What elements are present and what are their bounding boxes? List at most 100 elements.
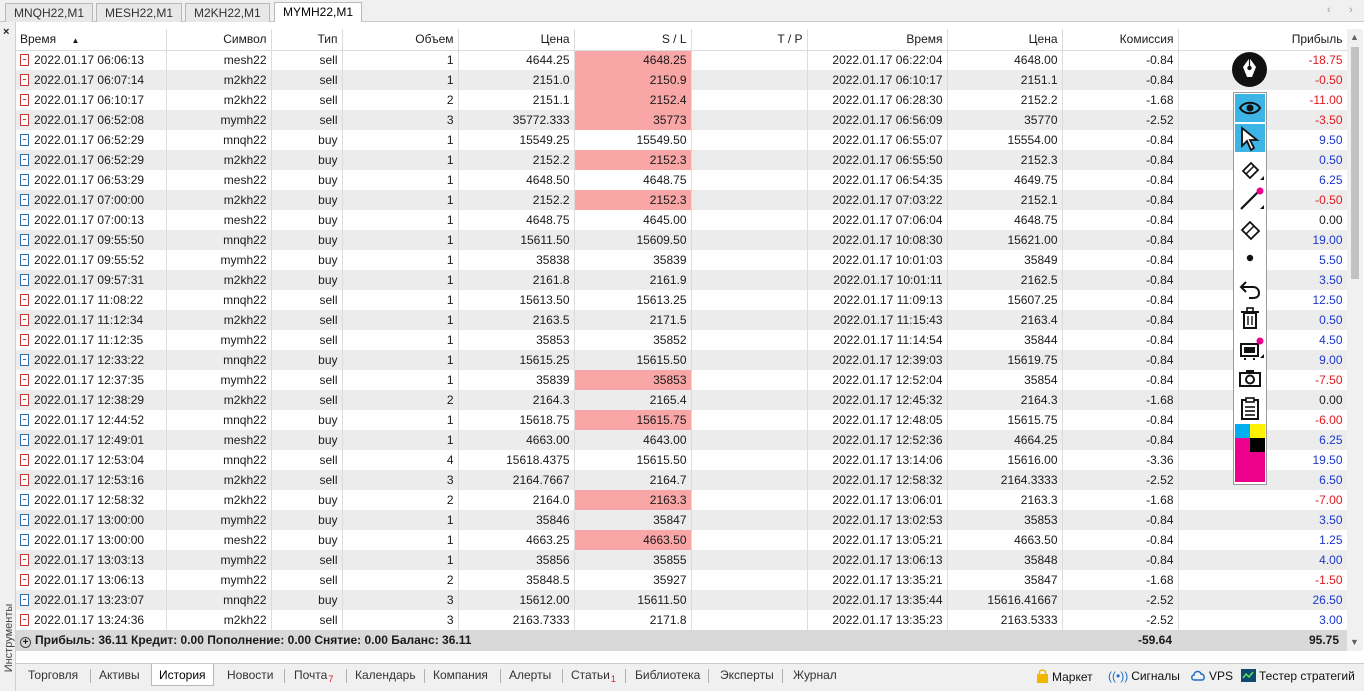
tab-trade[interactable]: Торговля bbox=[28, 668, 78, 682]
buy-deal-icon bbox=[20, 434, 29, 446]
chart-tab-mesh22[interactable]: MESH22,M1 bbox=[96, 3, 183, 22]
cell-price-close: 15616.41667 bbox=[947, 590, 1063, 610]
vertical-scrollbar[interactable]: ▲ ▼ bbox=[1347, 29, 1363, 651]
col-header-commission[interactable]: Комиссия bbox=[1062, 29, 1179, 51]
table-row[interactable]: 2022.01.17 09:55:50 mnqh22 buy 1 15611.50 156… bbox=[16, 230, 1348, 250]
pen-icon[interactable] bbox=[1235, 185, 1265, 213]
table-row[interactable]: 2022.01.17 11:12:35 mymh22 sell 1 35853 35852… bbox=[16, 330, 1348, 350]
tab-assets[interactable]: Активы bbox=[99, 668, 140, 682]
table-row[interactable]: 2022.01.17 13:24:36 m2kh22 sell 3 2163.7333 2… bbox=[16, 610, 1348, 630]
strategy-tester-link[interactable]: Тестер стратегий bbox=[1241, 669, 1355, 683]
palette-black-swatch[interactable] bbox=[1250, 438, 1265, 452]
scrollbar-thumb[interactable] bbox=[1351, 47, 1359, 279]
tab-history[interactable]: История bbox=[151, 664, 214, 686]
cell-time-open: 2022.01.17 09:55:50 bbox=[16, 230, 167, 250]
table-row[interactable]: 2022.01.17 12:58:32 m2kh22 buy 2 2164.0 2163.… bbox=[16, 490, 1348, 510]
table-row[interactable]: 2022.01.17 12:53:16 m2kh22 sell 3 2164.7667 2… bbox=[16, 470, 1348, 490]
table-row[interactable]: 2022.01.17 13:00:00 mesh22 buy 1 4663.25 4663… bbox=[16, 530, 1348, 550]
table-row[interactable]: 2022.01.17 13:03:13 mymh22 sell 1 35856 35855… bbox=[16, 550, 1348, 570]
col-header-price-open[interactable]: Цена bbox=[458, 29, 575, 51]
col-header-type[interactable]: Тип bbox=[271, 29, 343, 51]
table-row[interactable]: 2022.01.17 11:08:22 mnqh22 sell 1 15613.50 15… bbox=[16, 290, 1348, 310]
tab-articles[interactable]: Статьи1 bbox=[571, 668, 616, 684]
tab-separator bbox=[708, 669, 709, 683]
cell-time-close: 2022.01.17 10:08:30 bbox=[807, 230, 948, 250]
table-row[interactable]: 2022.01.17 12:53:04 mnqh22 sell 4 15618.4375… bbox=[16, 450, 1348, 470]
clipboard-icon[interactable] bbox=[1235, 394, 1265, 422]
table-row[interactable]: 2022.01.17 13:06:13 mymh22 sell 2 35848.5 359… bbox=[16, 570, 1348, 590]
col-header-volume[interactable]: Объем bbox=[342, 29, 459, 51]
col-header-time-close[interactable]: Время bbox=[807, 29, 948, 51]
table-row[interactable]: 2022.01.17 12:37:35 mymh22 sell 1 35839 35853… bbox=[16, 370, 1348, 390]
table-row[interactable]: 2022.01.17 06:10:17 m2kh22 sell 2 2151.1 2152… bbox=[16, 90, 1348, 110]
dot-icon[interactable] bbox=[1235, 244, 1265, 272]
table-row[interactable]: 2022.01.17 06:53:29 mesh22 buy 1 4648.50 4648… bbox=[16, 170, 1348, 190]
tab-alerts[interactable]: Алерты bbox=[509, 668, 551, 682]
col-header-tp[interactable]: T / P bbox=[691, 29, 808, 51]
chart-tab-mymh22[interactable]: MYMH22,M1 bbox=[274, 2, 363, 22]
table-row[interactable]: 2022.01.17 12:33:22 mnqh22 buy 1 15615.25 156… bbox=[16, 350, 1348, 370]
table-row[interactable]: 2022.01.17 11:12:34 m2kh22 sell 1 2163.5 2171… bbox=[16, 310, 1348, 330]
cell-price-open: 4644.25 bbox=[458, 50, 575, 70]
cell-price-close: 15607.25 bbox=[947, 290, 1063, 310]
scroll-down-arrow-icon[interactable]: ▼ bbox=[1350, 637, 1359, 647]
highlighter-icon[interactable] bbox=[1235, 156, 1265, 184]
col-header-symbol[interactable]: Символ bbox=[166, 29, 272, 51]
tester-icon bbox=[1241, 669, 1256, 682]
col-header-sl[interactable]: S / L bbox=[574, 29, 692, 51]
table-row[interactable]: 2022.01.17 13:23:07 mnqh22 buy 3 15612.00 156… bbox=[16, 590, 1348, 610]
tab-library[interactable]: Библиотека bbox=[635, 668, 700, 682]
current-color-swatch[interactable] bbox=[1235, 452, 1265, 482]
table-row[interactable]: 2022.01.17 13:00:00 mymh22 buy 1 35846 35847 2… bbox=[16, 510, 1348, 530]
cell-type: sell bbox=[271, 370, 343, 390]
cell-sl: 15549.50 bbox=[574, 130, 692, 150]
palette-cyan-swatch[interactable] bbox=[1235, 424, 1250, 438]
palette-yellow-swatch[interactable] bbox=[1250, 424, 1265, 438]
vps-link[interactable]: VPS bbox=[1190, 669, 1233, 683]
table-row[interactable]: 2022.01.17 12:49:01 mesh22 buy 1 4663.00 4643… bbox=[16, 430, 1348, 450]
table-row[interactable]: 2022.01.17 06:52:29 mnqh22 buy 1 15549.25 155… bbox=[16, 130, 1348, 150]
tab-journal[interactable]: Журнал bbox=[793, 668, 837, 682]
cell-commission: -0.84 bbox=[1062, 130, 1179, 150]
tab-mail[interactable]: Почта7 bbox=[294, 668, 333, 684]
tab-experts[interactable]: Эксперты bbox=[720, 668, 774, 682]
trash-icon[interactable] bbox=[1235, 304, 1265, 332]
table-row[interactable]: 2022.01.17 12:38:29 m2kh22 sell 2 2164.3 2165… bbox=[16, 390, 1348, 410]
table-row[interactable]: 2022.01.17 12:44:52 mnqh22 buy 1 15618.75 156… bbox=[16, 410, 1348, 430]
table-row[interactable]: 2022.01.17 09:55:52 mymh22 buy 1 35838 35839 2… bbox=[16, 250, 1348, 270]
cell-volume: 1 bbox=[342, 230, 459, 250]
eraser-icon[interactable] bbox=[1235, 214, 1265, 242]
table-row[interactable]: 2022.01.17 06:52:29 m2kh22 buy 1 2152.2 2152.… bbox=[16, 150, 1348, 170]
col-header-price-close[interactable]: Цена bbox=[947, 29, 1063, 51]
cell-time-open: 2022.01.17 06:52:08 bbox=[16, 110, 167, 130]
table-row[interactable]: 2022.01.17 07:00:13 mesh22 buy 1 4648.75 4645… bbox=[16, 210, 1348, 230]
table-row[interactable]: 2022.01.17 07:00:00 m2kh22 buy 1 2152.2 2152.… bbox=[16, 190, 1348, 210]
tabs-prev-arrow-icon[interactable]: ‹ bbox=[1327, 4, 1331, 16]
col-header-time-open[interactable]: Время ▲ bbox=[16, 29, 167, 51]
table-row[interactable]: 2022.01.17 09:57:31 m2kh22 buy 1 2161.8 2161.… bbox=[16, 270, 1348, 290]
tab-calendar[interactable]: Календарь bbox=[355, 668, 416, 682]
tab-news[interactable]: Новости bbox=[227, 668, 273, 682]
table-row[interactable]: 2022.01.17 06:07:14 m2kh22 sell 1 2151.0 2150… bbox=[16, 70, 1348, 90]
undo-icon[interactable] bbox=[1235, 274, 1265, 302]
pen-logo-icon[interactable] bbox=[1232, 52, 1267, 87]
camera-icon[interactable] bbox=[1235, 364, 1265, 392]
chart-tab-m2kh22[interactable]: M2KH22,M1 bbox=[185, 3, 270, 22]
palette-icon[interactable] bbox=[1235, 424, 1265, 482]
chart-tab-mnqh22[interactable]: MNQH22,M1 bbox=[5, 3, 94, 22]
tabs-next-arrow-icon[interactable]: › bbox=[1349, 4, 1353, 16]
signals-link[interactable]: ((•)) Сигналы bbox=[1108, 669, 1180, 683]
scroll-up-arrow-icon[interactable]: ▲ bbox=[1350, 32, 1359, 42]
palette-magenta-swatch[interactable] bbox=[1235, 438, 1250, 452]
cursor-icon[interactable] bbox=[1235, 124, 1265, 152]
expand-plus-icon[interactable]: + bbox=[20, 637, 31, 648]
close-panel-icon[interactable]: × bbox=[3, 26, 9, 38]
col-header-profit[interactable]: Прибыль bbox=[1178, 29, 1348, 51]
market-link[interactable]: Маркет bbox=[1036, 669, 1093, 684]
eye-icon[interactable] bbox=[1235, 94, 1265, 122]
cell-time-close: 2022.01.17 13:35:44 bbox=[807, 590, 948, 610]
table-row[interactable]: 2022.01.17 06:06:13 mesh22 sell 1 4644.25 464… bbox=[16, 50, 1348, 70]
screen-icon[interactable] bbox=[1235, 334, 1265, 362]
tab-company[interactable]: Компания bbox=[433, 668, 488, 682]
table-row[interactable]: 2022.01.17 06:52:08 mymh22 sell 3 35772.333 3… bbox=[16, 110, 1348, 130]
